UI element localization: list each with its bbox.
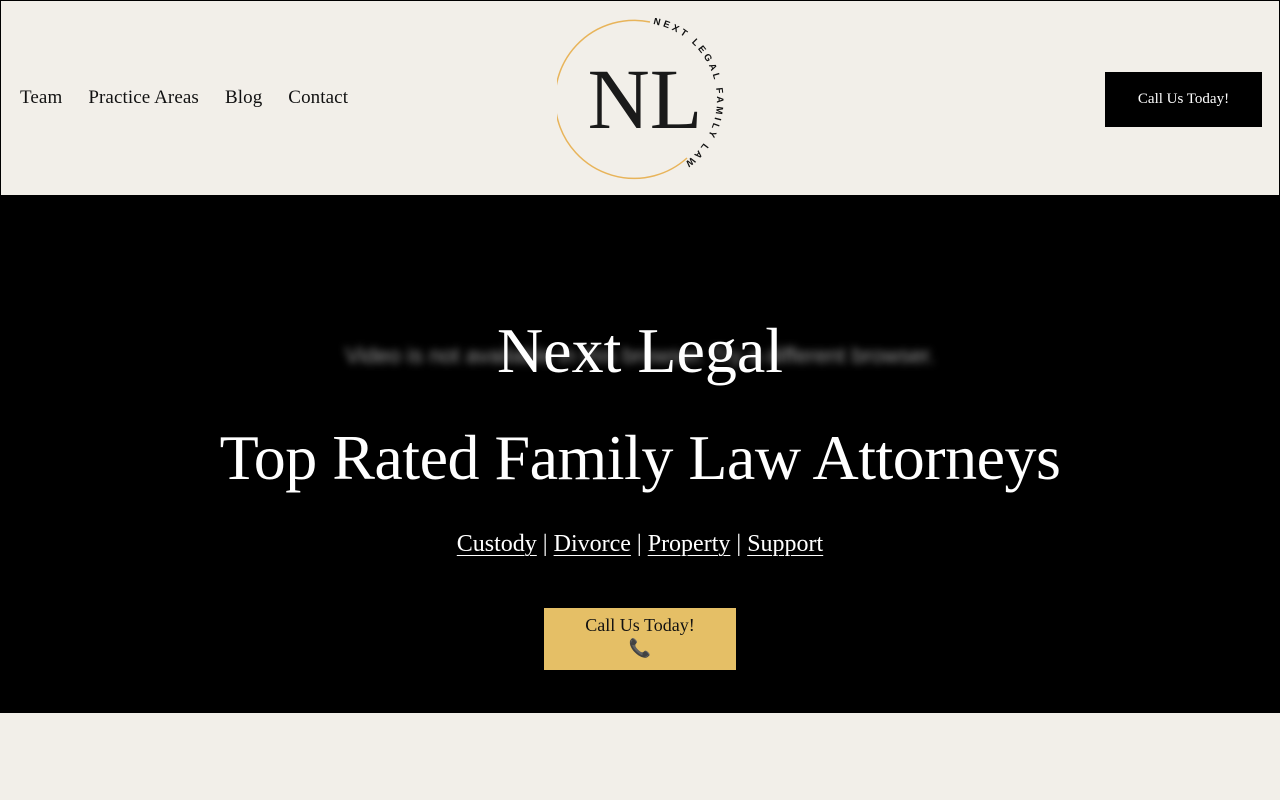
link-custody[interactable]: Custody bbox=[457, 531, 537, 557]
hero-title: Next Legal bbox=[496, 315, 784, 386]
link-separator: | bbox=[636, 531, 642, 557]
link-separator: | bbox=[542, 531, 548, 557]
main-nav: Team Practice Areas Blog Contact bbox=[20, 87, 374, 109]
hero-subtitle: Top Rated Family Law Attorneys bbox=[219, 422, 1061, 493]
site-header: Team Practice Areas Blog Contact NEXT LE… bbox=[0, 0, 1280, 196]
nav-contact[interactable]: Contact bbox=[288, 87, 348, 109]
link-divorce[interactable]: Divorce bbox=[554, 531, 631, 557]
hero-call-label: Call Us Today! bbox=[585, 615, 695, 635]
nav-blog[interactable]: Blog bbox=[225, 87, 262, 109]
nav-practice-areas[interactable]: Practice Areas bbox=[88, 87, 199, 109]
hero-section: Video is not available in this browser. … bbox=[0, 196, 1280, 713]
nav-team[interactable]: Team bbox=[20, 87, 62, 109]
header-call-button[interactable]: Call Us Today! bbox=[1105, 72, 1262, 127]
phone-icon: 📞 bbox=[628, 638, 652, 658]
link-support[interactable]: Support bbox=[747, 531, 823, 557]
practice-links: Custody | Divorce | Property | Support bbox=[0, 531, 1280, 558]
hero-call-button[interactable]: Call Us Today! 📞 bbox=[544, 608, 736, 670]
site-logo[interactable]: NEXT LEGAL FAMILY LAW NL bbox=[557, 18, 727, 183]
link-separator: | bbox=[736, 531, 742, 557]
page-bottom-area bbox=[0, 713, 1280, 800]
link-property[interactable]: Property bbox=[648, 531, 731, 557]
logo-initials: NL bbox=[588, 51, 703, 147]
